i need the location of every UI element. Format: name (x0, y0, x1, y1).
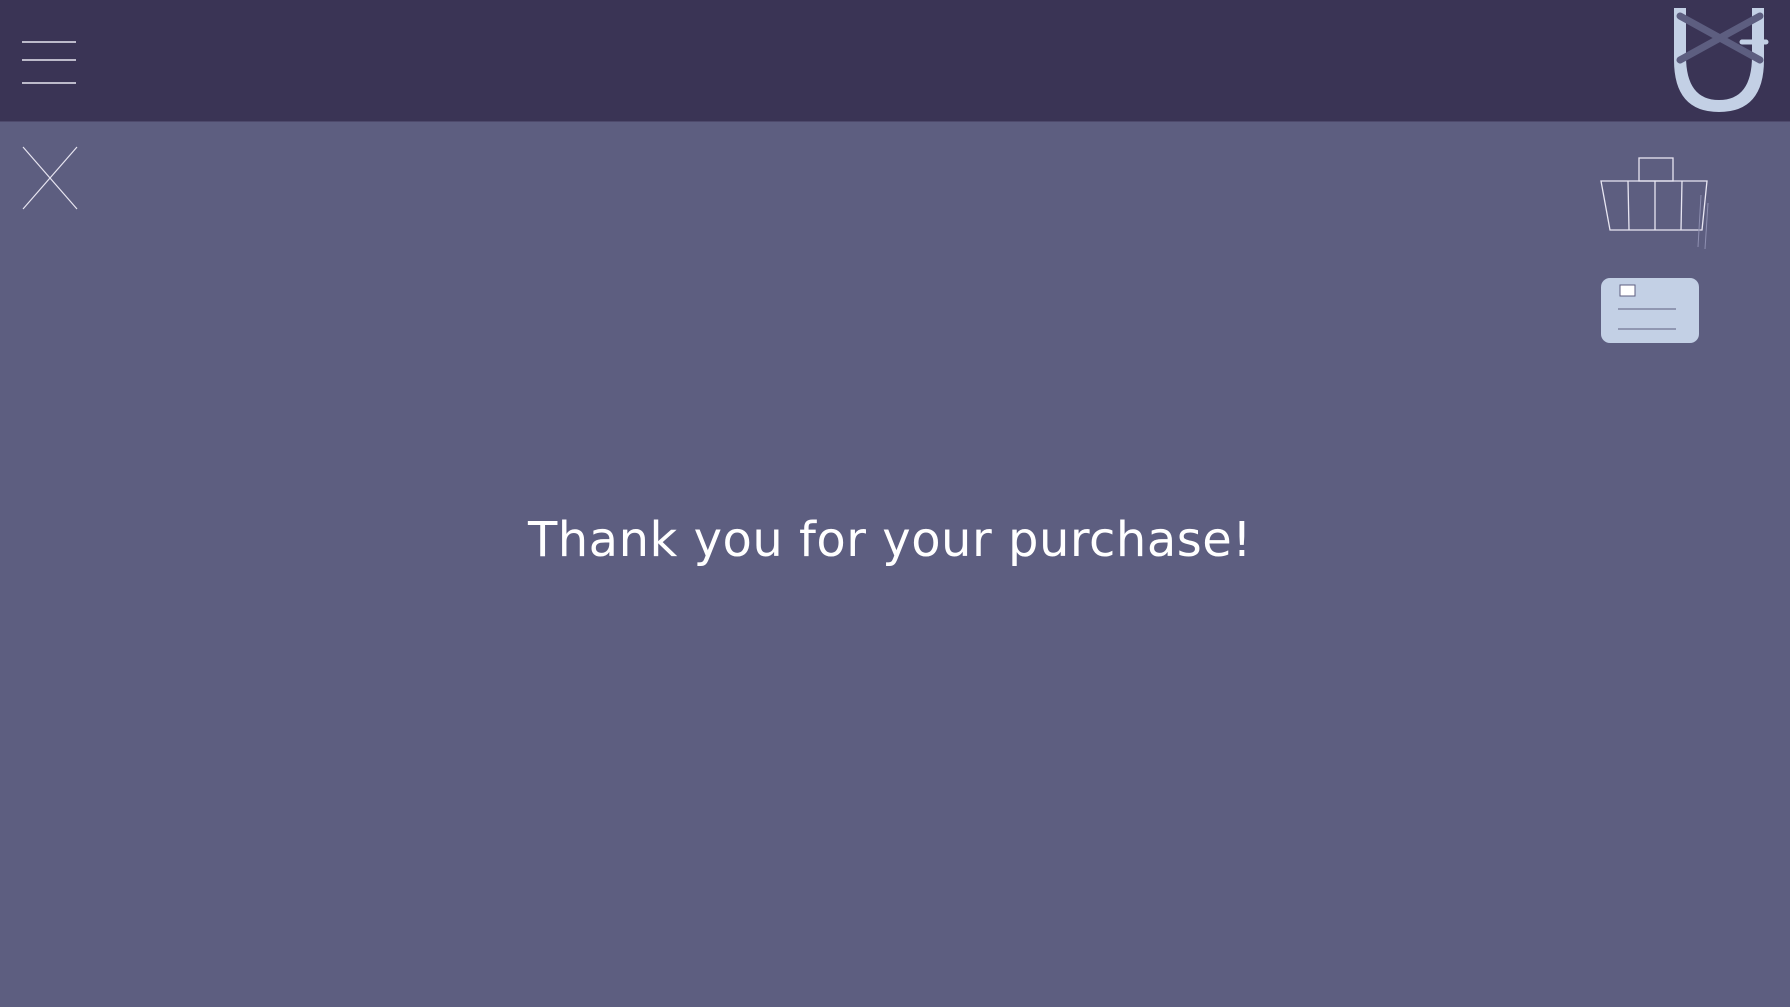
shopping-basket-icon[interactable] (1598, 155, 1714, 255)
close-icon[interactable] (20, 144, 80, 212)
horseshoe-logo-icon[interactable] (1664, 4, 1774, 118)
payment-card-icon[interactable] (1600, 277, 1700, 344)
top-bar (0, 0, 1790, 122)
hamburger-menu-icon[interactable] (20, 38, 78, 88)
thank-you-message: Thank you for your purchase! (527, 512, 1253, 568)
